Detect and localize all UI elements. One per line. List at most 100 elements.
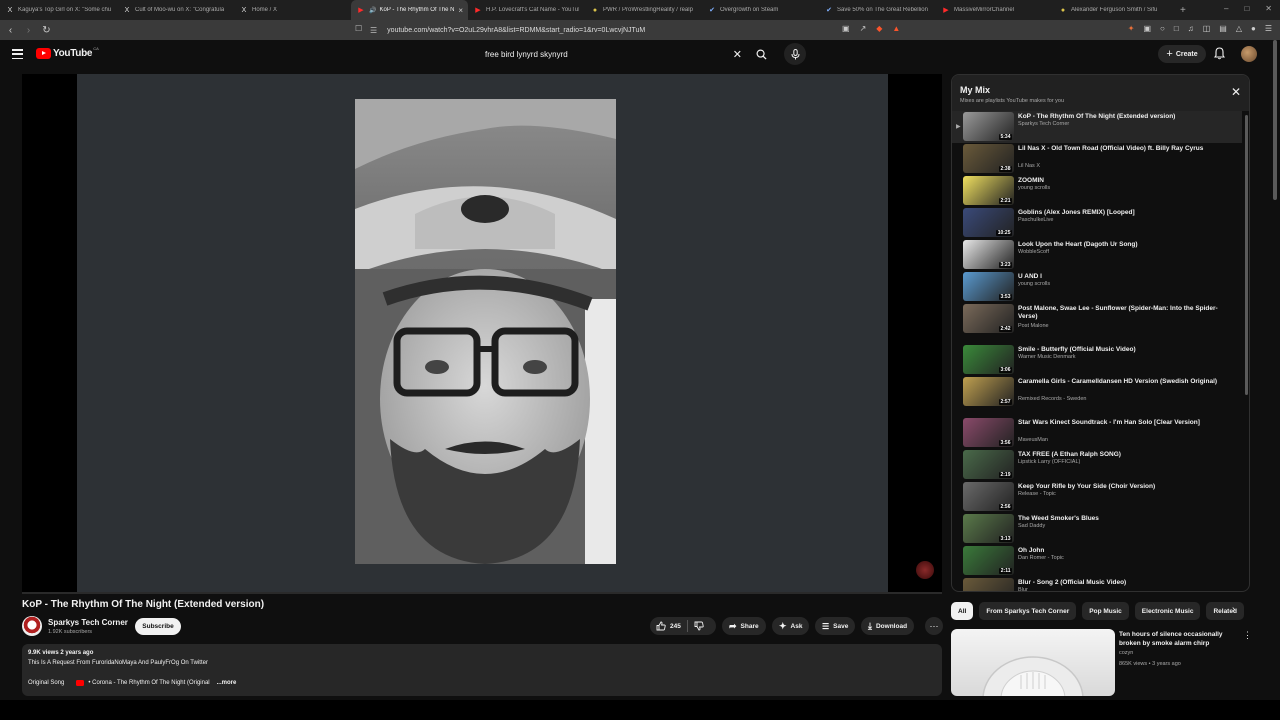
mix-scrollbar[interactable] [1245,115,1248,395]
mix-item-thumbnail[interactable]: 3:56 [963,418,1014,447]
extension-icon[interactable]: ✦ [1128,24,1135,33]
brave-shields-icon[interactable]: ◆ [876,24,882,33]
account-avatar[interactable] [1241,46,1257,62]
rewards-icon[interactable]: ▲ [892,24,900,33]
browser-tab[interactable]: X Kaguya's Top Girl on X: "Some chu [0,0,117,20]
clear-search-icon[interactable]: ✕ [733,48,742,61]
search-button[interactable] [751,45,771,63]
browser-tab[interactable]: ● Alexander Ferguson Smith / Sifu [1053,0,1170,20]
mix-item-thumbnail[interactable]: 2:03 [963,578,1014,591]
close-icon[interactable]: ✕ [1231,85,1241,99]
recommended-title[interactable]: Ten hours of silence occasionally broken… [1119,630,1234,648]
video-progress-bar[interactable] [22,592,942,594]
channel-avatar[interactable] [22,616,42,636]
browser-tab[interactable]: ✔ Save 50% on The Great Rebellion [819,0,936,20]
extension-icon[interactable]: □ [1174,24,1179,33]
maximize-icon[interactable]: □ [1244,4,1249,13]
mix-item[interactable]: 2:03 Blur - Song 2 (Official Music Video)… [952,577,1242,591]
profile-icon[interactable]: ● [1251,24,1256,33]
vpn-icon[interactable]: △ [1236,24,1242,33]
mix-item-thumbnail[interactable]: 2:56 [963,482,1014,511]
youtube-logo[interactable]: YouTube CA [36,46,99,59]
mix-item[interactable]: 2:42 Post Malone, Swae Lee - Sunflower (S… [952,303,1242,335]
create-button[interactable]: + Create [1158,45,1206,63]
browser-tab[interactable]: ✔ Overgrowth on Steam [702,0,819,20]
mix-item-thumbnail[interactable]: 10:25 [963,208,1014,237]
mix-item-thumbnail[interactable]: 2:42 [963,304,1014,333]
page-scrollbar[interactable] [1273,40,1277,200]
mix-item[interactable]: 3:13 The Weed Smoker's Blues Sad Daddy [952,513,1242,545]
mix-item-thumbnail[interactable]: 2:21 [963,176,1014,205]
music-icon[interactable]: ♫ [1188,24,1194,33]
browser-tab[interactable]: X Cult of Moo-wu on X: "Congratula [117,0,234,20]
subscribe-button[interactable]: Subscribe [135,618,181,635]
minimize-icon[interactable]: – [1224,4,1228,13]
ask-button[interactable]: ✦ Ask [772,617,810,635]
channel-watermark-icon[interactable] [916,561,934,579]
mix-item[interactable]: 3:23 Look Upon the Heart (Dagoth Ur Song)… [952,239,1242,271]
recommended-thumbnail[interactable] [951,629,1115,696]
mix-item-thumbnail[interactable]: 2:57 [963,377,1014,406]
mix-item[interactable]: 2:21 ZOOMIN young scrolls [952,175,1242,207]
filter-chip[interactable]: Electronic Music [1134,602,1201,620]
extension-icon[interactable]: ▣ [1143,24,1151,33]
search-input[interactable]: free bird lynyrd skynyrd ✕ [478,43,748,65]
mix-item-thumbnail[interactable]: 5:34 [963,112,1014,141]
browser-tab[interactable]: ▶ H.P. Lovecraft's Cat Name - YouTub [468,0,585,20]
dislike-button[interactable] [688,621,710,631]
show-more-link[interactable]: ...more [217,680,237,686]
browser-tab[interactable]: ▶ 🔊 KoP - The Rhythm Of The N × [351,0,468,20]
voice-search-button[interactable] [784,43,806,65]
mix-item[interactable]: ▶ 5:34 KoP - The Rhythm Of The Night (Exte… [952,111,1242,143]
mix-item-thumbnail[interactable]: 3:13 [963,514,1014,543]
filter-chip[interactable]: Pop Music [1082,602,1129,620]
site-info-icon[interactable]: ☰ [370,26,377,35]
original-song-link[interactable]: • Corona - The Rhythm Of The Night (Orig… [88,680,209,686]
filter-chip[interactable]: Related [1206,602,1244,620]
wallet-icon[interactable]: ▤ [1219,24,1227,33]
mix-item[interactable]: 3:56 Star Wars Kinect Soundtrack - I'm Ha… [952,417,1242,449]
mix-item[interactable]: 2:11 Oh John Dan Romer - Topic [952,545,1242,577]
mix-item-thumbnail[interactable]: 2:19 [963,450,1014,479]
mix-item[interactable]: 2:57 Caramella Girls - Caramelldansen HD … [952,376,1242,408]
mix-item[interactable]: 10:25 Goblins (Alex Jones REMIX) [Looped]… [952,207,1242,239]
mix-item-thumbnail[interactable]: 3:06 [963,345,1014,374]
like-button[interactable]: 245 [650,620,688,632]
chevron-right-icon[interactable]: › [1232,604,1235,615]
reload-icon[interactable]: ↻ [39,25,54,36]
browser-tab[interactable]: X Home / X [234,0,351,20]
download-button[interactable]: ⤓ Download [861,617,915,635]
browser-tab[interactable]: ▶ MassiveMirrorChannel [936,0,1053,20]
share-button[interactable]: ➦ Share [722,617,766,635]
close-tab-icon[interactable]: × [458,6,463,15]
mix-item[interactable]: 2:19 TAX FREE (A Ethan Ralph SONG) Lipstic… [952,449,1242,481]
mix-item-thumbnail[interactable]: 2:38 [963,144,1014,173]
video-surface[interactable] [77,74,888,592]
share-page-icon[interactable]: ↗ [860,24,867,33]
video-player[interactable] [22,74,942,592]
mix-item-thumbnail[interactable]: 2:11 [963,546,1014,575]
new-tab-icon[interactable]: + [1180,5,1186,16]
close-window-icon[interactable]: ✕ [1265,4,1272,13]
sidebar-icon[interactable]: ◫ [1203,24,1211,33]
mix-item[interactable]: 3:53 U AND Iyoung scrolls [952,271,1242,303]
more-actions-button[interactable]: ⋯ [925,617,943,635]
filter-chip[interactable]: From Sparkys Tech Corner [979,602,1077,620]
save-button[interactable]: ☰ Save [815,617,856,635]
forward-icon[interactable]: › [21,25,36,36]
browser-tab[interactable]: ● PWR / ProWrestlingReality / realp [585,0,702,20]
mix-item[interactable]: 2:38 Lil Nas X - Old Town Road (Official … [952,143,1242,175]
screenshot-icon[interactable]: ▣ [842,24,850,33]
mix-item[interactable]: 3:06 Smile - Butterfly (Official Music Vi… [952,344,1242,376]
extension-icon[interactable]: ○ [1160,24,1165,33]
description-box[interactable]: 9.9K views 2 years ago This Is A Request… [22,644,942,696]
audio-playing-icon[interactable]: 🔊 [369,7,376,14]
recommended-channel[interactable]: cozyn [1119,650,1133,656]
url-field[interactable]: ☰ youtube.com/watch?v=O2uL29vhrA8&list=R… [350,22,910,38]
menu-icon[interactable]: ☰ [1265,24,1272,33]
mix-item[interactable]: 2:56 Keep Your Rifle by Your Side (Choir … [952,481,1242,513]
more-vert-icon[interactable]: ⋮ [1243,630,1252,641]
channel-name[interactable]: Sparkys Tech Corner [48,618,128,627]
hamburger-menu-icon[interactable] [12,49,23,59]
mix-item-thumbnail[interactable]: 3:23 [963,240,1014,269]
